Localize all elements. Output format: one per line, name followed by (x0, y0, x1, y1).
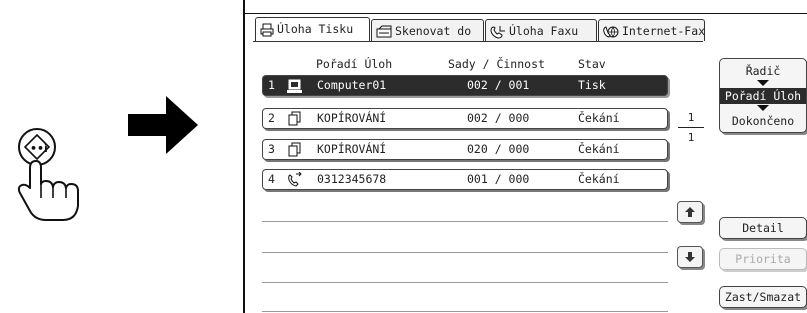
copy-job-icon (288, 142, 301, 157)
empty-row-divider (262, 311, 668, 312)
job-row[interactable]: 1 Computer01 002 / 001 Tisk (262, 75, 668, 96)
job-name: KOPÍROVÁNÍ (317, 142, 387, 156)
arrow-down-icon (685, 252, 695, 262)
scroll-down-button[interactable] (677, 246, 703, 268)
arrow-up-icon (685, 207, 695, 217)
job-row[interactable]: 2 KOPÍROVÁNÍ 002 / 000 Čekání (262, 108, 668, 129)
copy-job-icon (288, 111, 301, 126)
column-header-sets: Sady / Činnost (448, 57, 545, 71)
fax-phone-icon (490, 26, 505, 39)
column-header-order: Pořadí Úloh (316, 57, 393, 71)
job-sets: 002 / 000 (467, 111, 530, 125)
stop-delete-button[interactable]: Zast/Smazat (719, 286, 807, 308)
page-total: 1 (687, 131, 695, 144)
sort-selector[interactable]: Řadič Pořadí Úloh Dokončeno (719, 58, 807, 133)
empty-row-divider (262, 282, 668, 283)
sort-option-completed[interactable]: Dokončeno (720, 114, 806, 128)
job-name: KOPÍROVÁNÍ (317, 111, 387, 125)
job-status: Tisk (578, 78, 606, 92)
empty-row-divider (262, 221, 668, 222)
job-name: Computer01 (317, 78, 387, 92)
internet-fax-icon (603, 26, 619, 38)
tab-label: Úloha Faxu (509, 24, 579, 38)
job-number: 2 (268, 111, 275, 125)
column-header-status: Stav (578, 57, 606, 71)
empty-row-divider (262, 252, 668, 253)
tab-fax-job[interactable]: Úloha Faxu (485, 19, 597, 41)
job-number: 4 (268, 172, 275, 186)
panel-left-edge (243, 0, 245, 313)
page-divider (678, 127, 704, 128)
tab-label: Internet-Fax (622, 24, 706, 38)
priority-button[interactable]: Priorita (719, 248, 807, 270)
sort-option-job-order[interactable]: Pořadí Úloh (720, 88, 806, 104)
panel-top-edge (243, 0, 807, 14)
scanner-icon (376, 25, 392, 38)
job-name: 0312345678 (317, 172, 387, 186)
right-arrow-icon (128, 96, 198, 154)
job-status: Čekání (578, 172, 620, 186)
fax-job-icon (288, 172, 302, 187)
tab-label: Úloha Tisku (277, 22, 354, 36)
scroll-up-button[interactable] (677, 201, 703, 223)
job-sets: 001 / 000 (467, 172, 530, 186)
job-sets: 020 / 000 (467, 142, 530, 156)
job-number: 1 (268, 78, 275, 92)
computer-job-icon (287, 79, 302, 93)
hand-pressing-job-status-key-icon: ••i (17, 128, 79, 221)
sort-title: Řadič (745, 64, 781, 78)
job-status: Čekání (578, 142, 620, 156)
triangle-down-icon (757, 105, 769, 111)
job-status: Čekání (578, 111, 620, 125)
job-row[interactable]: 4 0312345678 001 / 000 Čekání (262, 169, 668, 190)
triangle-down-icon (757, 80, 769, 86)
printer-icon (260, 23, 274, 37)
job-sets: 002 / 001 (467, 78, 530, 92)
job-row[interactable]: 3 KOPÍROVÁNÍ 020 / 000 Čekání (262, 139, 668, 160)
job-number: 3 (268, 142, 275, 156)
tab-scan-to[interactable]: Skenovat do (371, 19, 484, 41)
tab-label: Skenovat do (395, 24, 472, 38)
tab-print-job[interactable]: Úloha Tisku (255, 17, 370, 42)
tab-internet-fax[interactable]: Internet-Fax (598, 19, 705, 41)
detail-button[interactable]: Detail (719, 217, 807, 239)
tab-baseline (253, 41, 703, 42)
svg-text:••i: ••i (30, 142, 48, 155)
page-current: 1 (687, 111, 695, 124)
